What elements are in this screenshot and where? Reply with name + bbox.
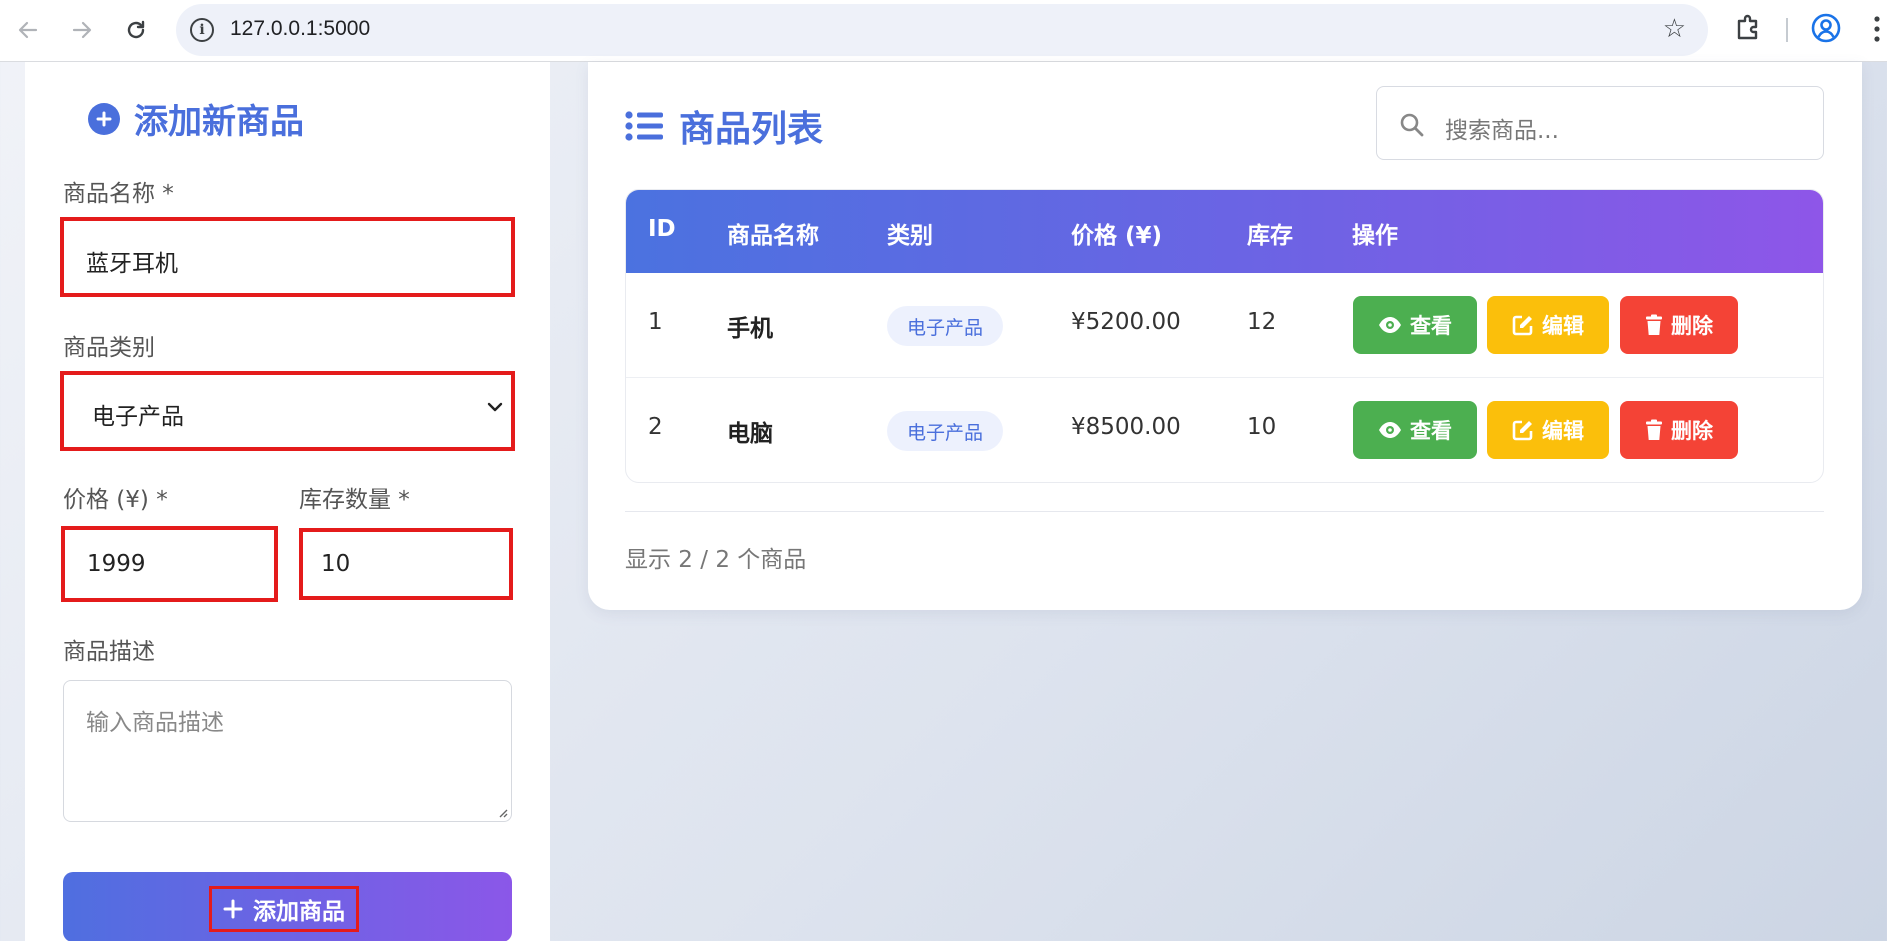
column-header-stock: 库存 [1247,223,1293,249]
toolbar-divider [1786,18,1788,42]
description-label: 商品描述 [63,639,155,665]
price-label: 价格 (¥) * [63,487,168,513]
forward-button[interactable] [62,10,102,50]
column-header-price: 价格 (¥) [1071,223,1163,249]
column-header-name: 商品名称 [727,223,819,249]
list-title: 商品列表 [679,109,824,150]
delete-button[interactable]: 删除 [1620,401,1738,459]
eye-icon [1379,422,1401,438]
add-product-button-content: 添加商品 [209,886,359,932]
product-table: ID 商品名称 类别 价格 (¥) 库存 操作 1 手机 电子产品 ¥5200.… [625,189,1824,483]
bookmark-star-icon[interactable]: ☆ [1663,14,1686,44]
card-divider [625,511,1824,512]
price-value: 1999 [87,551,146,577]
puzzle-icon[interactable] [1733,12,1763,42]
cell-stock: 10 [1247,414,1277,440]
search-placeholder: 搜索商品... [1445,118,1559,144]
browser-toolbar: i 127.0.0.1:5000 ☆ [0,0,1887,62]
arrow-left-icon [18,21,38,39]
edit-icon [1512,420,1533,441]
description-textarea[interactable]: 输入商品描述 [63,680,512,822]
trash-icon [1646,419,1662,440]
category-selected-value: 电子产品 [92,404,184,430]
edit-button-label: 编辑 [1542,419,1584,443]
description-placeholder: 输入商品描述 [86,710,224,736]
cell-stock: 12 [1247,309,1277,335]
delete-button-label: 删除 [1671,419,1713,443]
category-select[interactable]: 电子产品 [60,371,515,451]
product-name-label: 商品名称 * [63,181,174,207]
edit-button-label: 编辑 [1542,314,1584,338]
reload-icon [127,20,145,39]
table-row: 2 电脑 电子产品 ¥8500.00 10 查看 编辑 删除 [626,377,1823,481]
column-header-id: ID [648,216,676,242]
edit-button[interactable]: 编辑 [1487,401,1609,459]
cell-price: ¥8500.00 [1071,414,1181,440]
info-icon[interactable]: i [190,18,214,42]
view-button-label: 查看 [1410,419,1452,443]
plus-icon [223,899,243,919]
plus-circle-icon [88,102,120,135]
search-input[interactable]: 搜索商品... [1376,86,1824,160]
column-header-category: 类别 [887,223,933,249]
add-product-button-label: 添加商品 [253,899,345,925]
table-row: 1 手机 电子产品 ¥5200.00 12 查看 编辑 删除 [626,273,1823,377]
add-product-button[interactable]: 添加商品 [63,872,512,941]
eye-icon [1379,317,1401,333]
view-button-label: 查看 [1410,314,1452,338]
form-header: 添加新商品 [88,94,304,143]
edit-icon [1512,315,1533,336]
cell-name: 手机 [727,316,773,342]
category-badge: 电子产品 [887,411,1004,451]
list-header: 商品列表 [625,100,823,152]
product-list-card: 商品列表 搜索商品... ID 商品名称 类别 价格 (¥) 库存 操作 1 手… [588,62,1862,610]
delete-button[interactable]: 删除 [1620,296,1738,354]
address-bar[interactable]: i 127.0.0.1:5000 ☆ [176,4,1708,56]
product-name-input[interactable]: 蓝牙耳机 [60,217,515,297]
view-button[interactable]: 查看 [1353,296,1477,354]
profile-icon[interactable] [1810,12,1842,44]
form-title: 添加新商品 [134,102,304,142]
url-text: 127.0.0.1:5000 [230,17,371,40]
delete-button-label: 删除 [1671,314,1713,338]
cell-id: 1 [648,309,663,335]
add-product-panel: 添加新商品 商品名称 * 蓝牙耳机 商品类别 电子产品 价格 (¥) * 199… [25,62,550,941]
arrow-right-icon [72,21,92,39]
resize-grip-icon[interactable] [496,806,508,818]
view-button[interactable]: 查看 [1353,401,1477,459]
reload-button[interactable] [116,10,156,50]
edit-button[interactable]: 编辑 [1487,296,1609,354]
list-icon [625,111,663,141]
category-badge: 电子产品 [887,306,1004,346]
product-count-text: 显示 2 / 2 个商品 [625,547,807,573]
stock-value: 10 [321,551,351,577]
column-header-actions: 操作 [1352,223,1398,249]
back-button[interactable] [8,10,48,50]
cell-id: 2 [648,414,663,440]
kebab-menu-icon[interactable] [1872,14,1882,44]
product-name-value: 蓝牙耳机 [86,251,178,277]
stock-input[interactable]: 10 [299,528,513,600]
search-icon [1400,113,1424,137]
price-input[interactable]: 1999 [61,526,278,602]
cell-name: 电脑 [727,421,773,447]
category-label: 商品类别 [63,335,155,361]
trash-icon [1646,314,1662,335]
table-header: ID 商品名称 类别 价格 (¥) 库存 操作 [626,190,1823,273]
cell-price: ¥5200.00 [1071,309,1181,335]
stock-label: 库存数量 * [299,487,410,513]
chevron-down-icon [487,402,503,412]
